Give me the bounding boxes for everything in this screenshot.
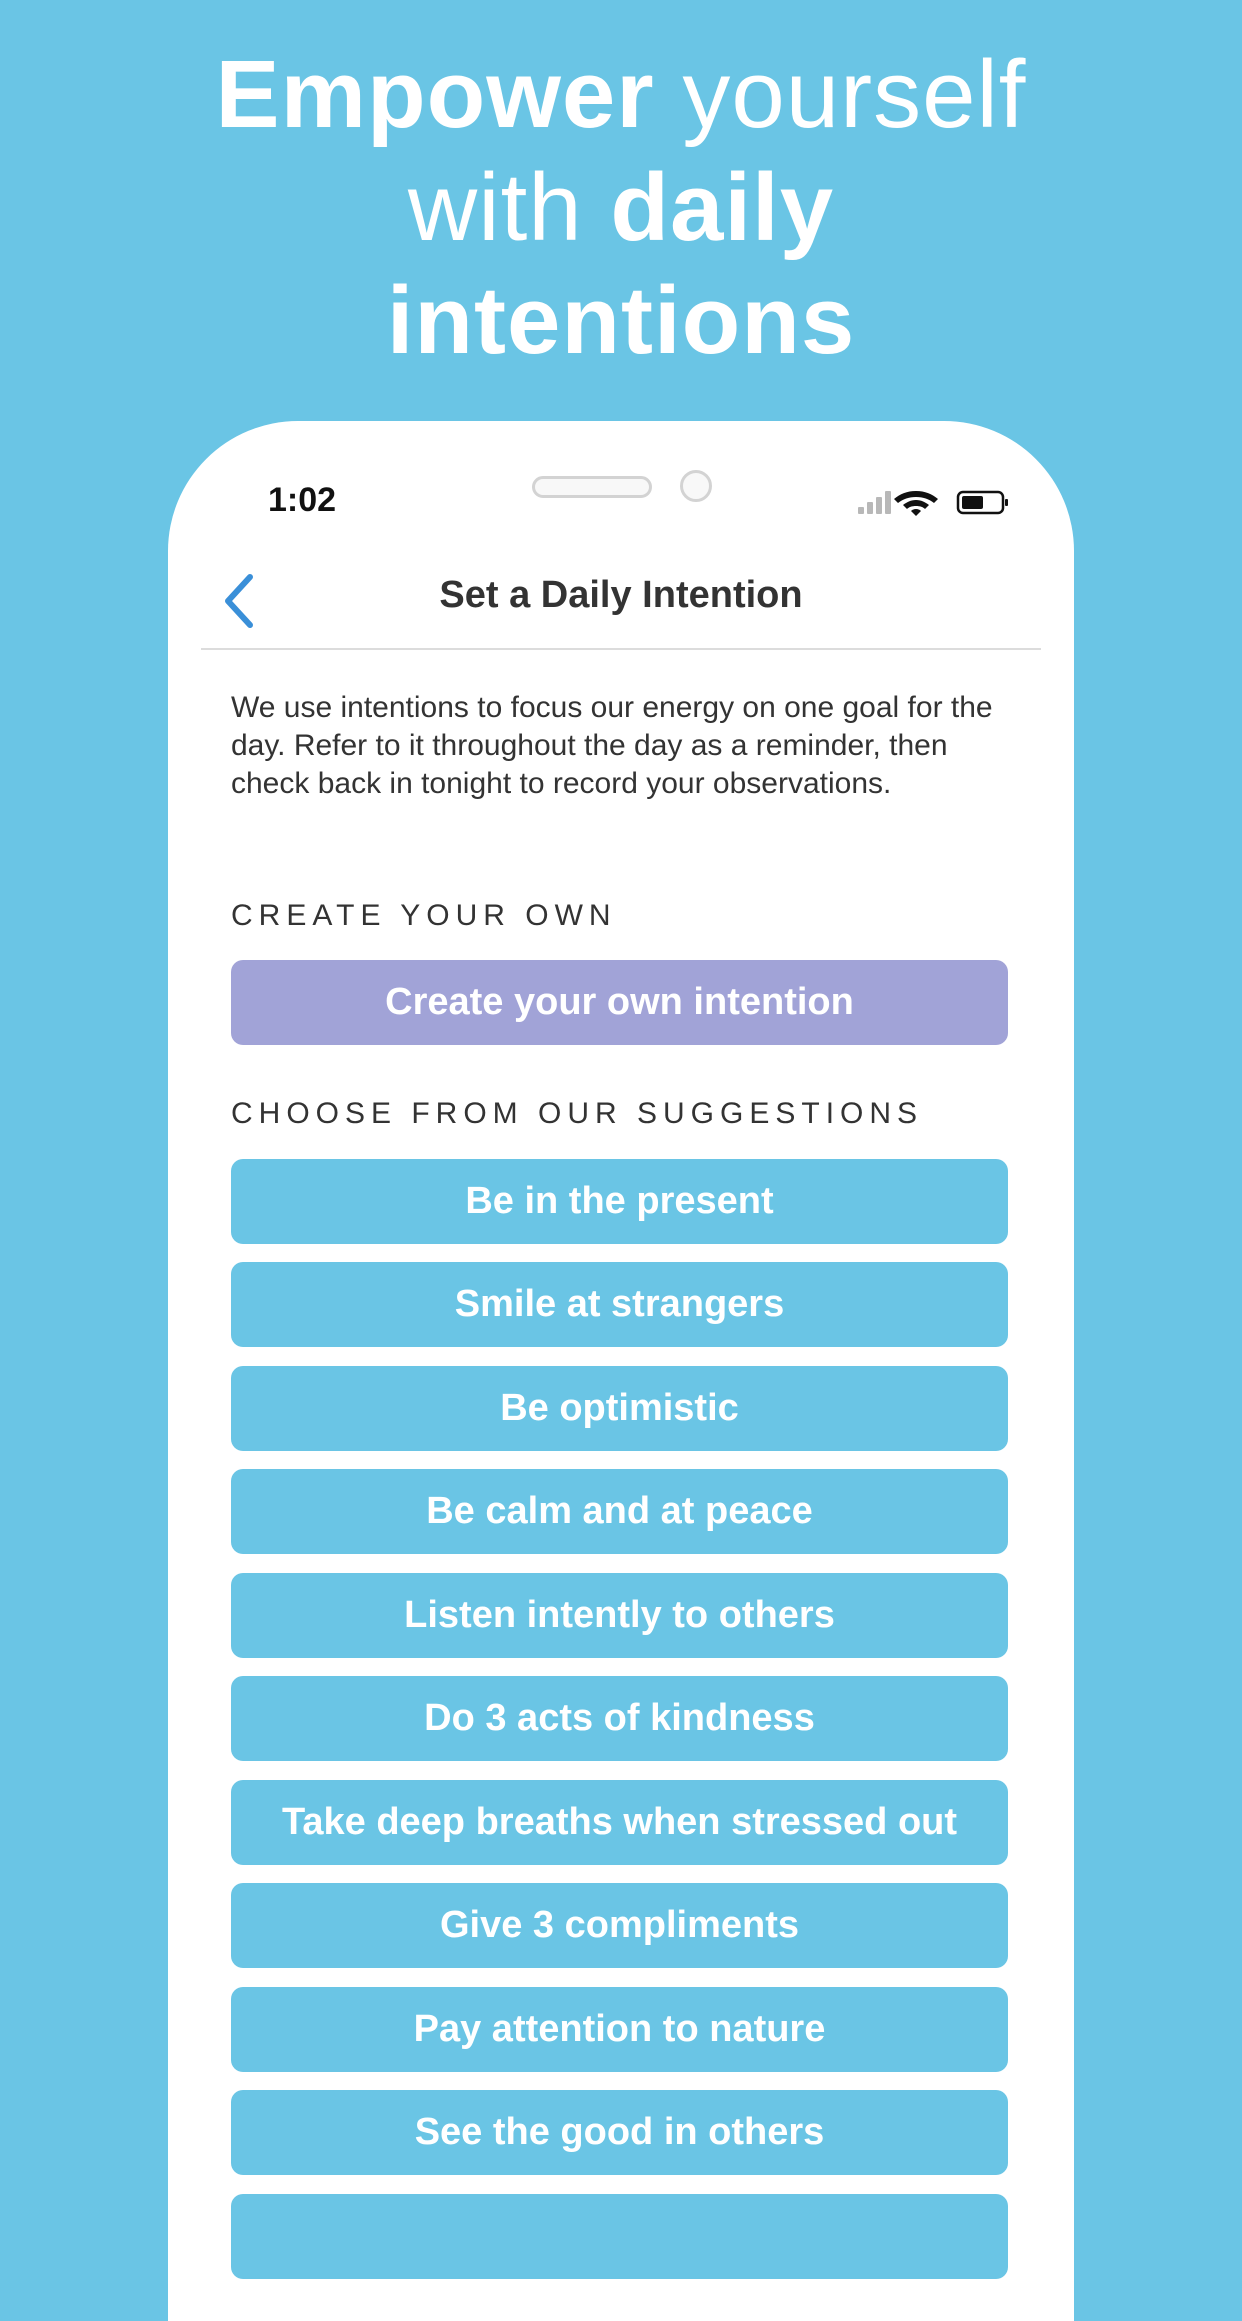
phone-speaker xyxy=(532,476,652,498)
headline: Empower yourself with daily intentions xyxy=(0,38,1242,377)
nav-divider xyxy=(201,648,1041,650)
suggestion-button[interactable]: Be in the present xyxy=(231,1159,1008,1244)
suggestion-button[interactable]: Give 3 compliments xyxy=(231,1883,1008,1968)
suggestions-section-label: CHOOSE FROM OUR SUGGESTIONS xyxy=(231,1097,924,1130)
suggestion-button[interactable]: Smile at strangers xyxy=(231,1262,1008,1347)
phone-camera xyxy=(680,470,712,502)
headline-word: daily xyxy=(610,154,835,261)
suggestion-button[interactable]: See the good in others xyxy=(231,2090,1008,2175)
suggestion-button[interactable]: Listen intently to others xyxy=(231,1573,1008,1658)
suggestion-button[interactable]: Take deep breaths when stressed out xyxy=(231,1780,1008,1865)
suggestion-button[interactable]: Do 3 acts of kindness xyxy=(231,1676,1008,1761)
create-intention-button[interactable]: Create your own intention xyxy=(231,960,1008,1045)
suggestion-button[interactable]: Be optimistic xyxy=(231,1366,1008,1451)
suggestion-button[interactable]: Pay attention to nature xyxy=(231,1987,1008,2072)
headline-word: Empower xyxy=(215,41,655,148)
headline-line-1: Empower yourself xyxy=(0,38,1242,151)
phone-frame: 1:02 Set a Daily Intention We use intent… xyxy=(168,421,1074,2321)
battery-icon xyxy=(956,490,1008,515)
signal-icon xyxy=(858,491,891,514)
headline-line-2: with daily xyxy=(0,151,1242,264)
headline-line-3: intentions xyxy=(0,264,1242,377)
suggestion-button[interactable]: Be calm and at peace xyxy=(231,1469,1008,1554)
intro-text: We use intentions to focus our energy on… xyxy=(231,691,993,800)
status-icons xyxy=(858,487,1010,522)
headline-word: with xyxy=(407,154,583,261)
page-title: Set a Daily Intention xyxy=(439,574,803,616)
wifi-icon xyxy=(894,491,938,516)
headline-word: intentions xyxy=(386,267,856,374)
create-section-label: CREATE YOUR OWN xyxy=(231,899,617,932)
headline-word: yourself xyxy=(682,41,1027,148)
status-time: 1:02 xyxy=(268,481,337,519)
suggestion-button[interactable] xyxy=(231,2194,1008,2279)
